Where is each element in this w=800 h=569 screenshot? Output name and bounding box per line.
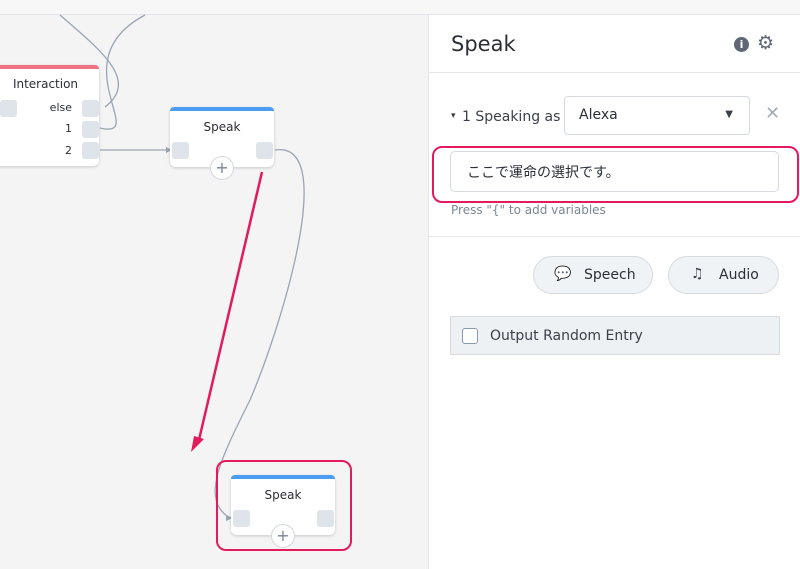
highlight-box-block bbox=[216, 460, 352, 551]
add-speech-button[interactable]: 💬 Speech bbox=[533, 256, 653, 294]
top-toolbar bbox=[0, 0, 800, 15]
speak-top-output-port[interactable] bbox=[256, 142, 273, 159]
info-icon[interactable]: i bbox=[734, 37, 749, 52]
interaction-block-bar bbox=[0, 65, 99, 69]
speaking-as-label: 1 Speaking as bbox=[462, 109, 561, 125]
port-label-1: 1 bbox=[65, 122, 72, 135]
output-random-entry[interactable]: Output Random Entry bbox=[450, 316, 780, 355]
port-1[interactable] bbox=[82, 121, 99, 138]
speak-block-top-title: Speak bbox=[203, 120, 241, 134]
interaction-block[interactable]: Interaction else 1 2 bbox=[0, 65, 99, 166]
header-divider bbox=[429, 72, 800, 73]
select-caret-icon: ▼ bbox=[725, 109, 733, 120]
speech-bubble-icon: 💬 bbox=[554, 266, 572, 282]
speech-button-label: Speech bbox=[584, 267, 636, 283]
speak-top-input-port[interactable] bbox=[172, 142, 189, 159]
panel-title: Speak bbox=[451, 32, 516, 56]
variables-hint: Press "{" to add variables bbox=[451, 203, 606, 217]
gear-icon[interactable]: ⚙ bbox=[757, 33, 774, 53]
add-audio-button[interactable]: ♫ Audio bbox=[668, 256, 779, 294]
speak-block-top[interactable]: Speak + bbox=[170, 107, 274, 180]
section-divider bbox=[429, 236, 800, 237]
random-entry-checkbox[interactable] bbox=[462, 328, 478, 344]
voice-select[interactable]: Alexa ▼ bbox=[564, 96, 750, 135]
speak-block-top-bar bbox=[170, 107, 274, 111]
port-label-else: else bbox=[49, 101, 72, 114]
add-step-button[interactable]: + bbox=[210, 156, 234, 180]
audio-button-label: Audio bbox=[719, 267, 759, 283]
port-2[interactable] bbox=[82, 142, 99, 159]
interaction-block-title: Interaction bbox=[12, 77, 79, 91]
editor-panel: Speak i ⚙ ▾ 1 Speaking as Alexa ▼ ✕ Pres… bbox=[428, 15, 800, 569]
chevron-down-icon[interactable]: ▾ bbox=[451, 111, 456, 121]
music-note-icon: ♫ bbox=[691, 266, 704, 282]
close-icon[interactable]: ✕ bbox=[765, 105, 780, 123]
port-else[interactable] bbox=[82, 100, 99, 117]
highlight-box-input bbox=[432, 146, 799, 203]
interaction-input-port[interactable] bbox=[0, 100, 17, 117]
port-label-2: 2 bbox=[65, 144, 72, 157]
random-entry-label: Output Random Entry bbox=[490, 328, 643, 344]
voice-select-value: Alexa bbox=[579, 107, 618, 123]
